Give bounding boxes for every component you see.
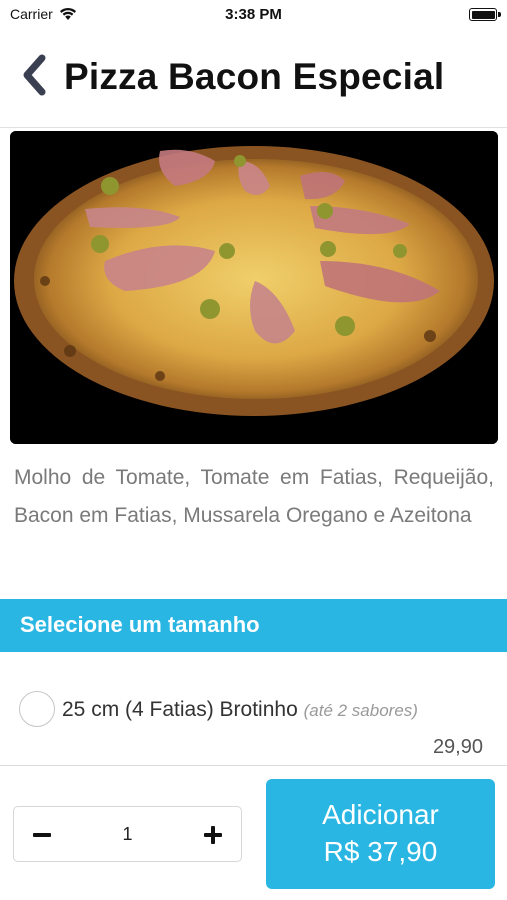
clock: 3:38 PM (225, 6, 282, 23)
nav-header: Pizza Bacon Especial (0, 30, 507, 128)
size-option-label: 25 cm (4 Fatias) Brotinho (até 2 sabores… (62, 698, 418, 722)
product-description: Molho de Tomate, Tomate em Fatias, Reque… (14, 466, 494, 527)
chevron-left-icon (23, 54, 46, 96)
quantity-value: 1 (122, 824, 133, 844)
increase-quantity-button[interactable] (185, 807, 241, 863)
add-button-price: R$ 37,90 (323, 836, 438, 867)
add-to-cart-button[interactable]: Adicionar R$ 37,90 (266, 779, 495, 889)
decrease-quantity-button[interactable] (14, 807, 70, 863)
add-button-label: Adicionar (322, 799, 439, 830)
size-option[interactable]: 25 cm (4 Fatias) Brotinho (até 2 sabores… (0, 668, 507, 758)
product-image (10, 131, 498, 444)
cart-bar: 1 Adicionar R$ 37,90 (0, 765, 507, 900)
battery-icon (469, 8, 501, 21)
size-section-title: Selecione um tamanho (20, 612, 260, 637)
size-option-note: (até 2 sabores) (303, 701, 418, 720)
size-option-radio[interactable] (19, 691, 55, 727)
size-section-header: Selecione um tamanho (0, 599, 507, 652)
minus-icon (33, 833, 51, 837)
back-button[interactable] (18, 52, 52, 98)
size-option-price: 29,90 (432, 736, 483, 758)
status-bar: Carrier 3:38 PM (0, 0, 507, 30)
size-option-name: 25 cm (4 Fatias) Brotinho (62, 698, 298, 721)
quantity-stepper: 1 (13, 806, 242, 862)
page-title: Pizza Bacon Especial (64, 56, 445, 97)
